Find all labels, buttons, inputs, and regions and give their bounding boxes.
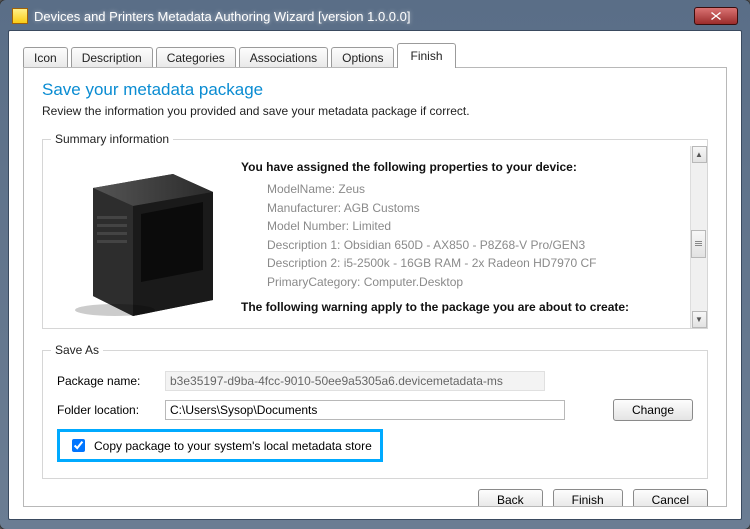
summary-scrollbar[interactable]: ▲ ▼ <box>690 146 707 328</box>
copy-to-store-label: Copy package to your system's local meta… <box>94 439 372 453</box>
wizard-window: Devices and Printers Metadata Authoring … <box>0 0 750 529</box>
window-title: Devices and Printers Metadata Authoring … <box>34 9 410 24</box>
summary-legend: Summary information <box>51 132 173 146</box>
save-as-group: Save As Package name: Folder location: C… <box>42 343 708 479</box>
summary-group: Summary information <box>42 132 708 329</box>
wizard-footer: Back Finish Cancel <box>42 479 708 507</box>
scroll-thumb[interactable] <box>691 230 706 258</box>
prop-model-number: Model Number: Limited <box>267 217 674 236</box>
package-name-field <box>165 371 545 391</box>
tab-icon[interactable]: Icon <box>23 47 68 68</box>
page-subtitle: Review the information you provided and … <box>42 104 708 118</box>
client-area: Icon Description Categories Associations… <box>8 30 742 520</box>
save-as-legend: Save As <box>51 343 103 357</box>
copy-to-store-row: Copy package to your system's local meta… <box>57 429 383 462</box>
title-bar: Devices and Printers Metadata Authoring … <box>8 8 742 30</box>
device-image <box>65 160 225 320</box>
tab-panel-finish: Save your metadata package Review the in… <box>23 67 727 507</box>
app-icon <box>12 8 28 24</box>
cancel-button[interactable]: Cancel <box>633 489 708 507</box>
close-icon <box>711 12 721 20</box>
package-name-label: Package name: <box>57 374 157 388</box>
prop-manufacturer: Manufacturer: AGB Customs <box>267 199 674 218</box>
tab-options[interactable]: Options <box>331 47 394 68</box>
page-heading: Save your metadata package <box>42 80 708 100</box>
summary-warning: The following warning apply to the packa… <box>241 300 674 314</box>
prop-description-2: Description 2: i5-2500k - 16GB RAM - 2x … <box>267 254 674 273</box>
folder-location-label: Folder location: <box>57 403 157 417</box>
prop-primary-category: PrimaryCategory: Computer.Desktop <box>267 273 674 292</box>
change-button[interactable]: Change <box>613 399 693 421</box>
scroll-up-button[interactable]: ▲ <box>692 146 707 163</box>
folder-location-field[interactable] <box>165 400 565 420</box>
tab-strip: Icon Description Categories Associations… <box>23 43 727 68</box>
scroll-track[interactable] <box>692 163 707 311</box>
finish-button[interactable]: Finish <box>553 489 623 507</box>
tab-finish[interactable]: Finish <box>397 43 455 68</box>
copy-to-store-checkbox[interactable] <box>72 439 85 452</box>
scroll-down-button[interactable]: ▼ <box>692 311 707 328</box>
prop-description-1: Description 1: Obsidian 650D - AX850 - P… <box>267 236 674 255</box>
prop-model-name: ModelName: Zeus <box>267 180 674 199</box>
tab-associations[interactable]: Associations <box>239 47 328 68</box>
back-button[interactable]: Back <box>478 489 543 507</box>
tab-description[interactable]: Description <box>71 47 153 68</box>
tab-categories[interactable]: Categories <box>156 47 236 68</box>
close-button[interactable] <box>694 7 738 25</box>
summary-lead: You have assigned the following properti… <box>241 160 674 174</box>
summary-properties: You have assigned the following properti… <box>241 154 674 320</box>
